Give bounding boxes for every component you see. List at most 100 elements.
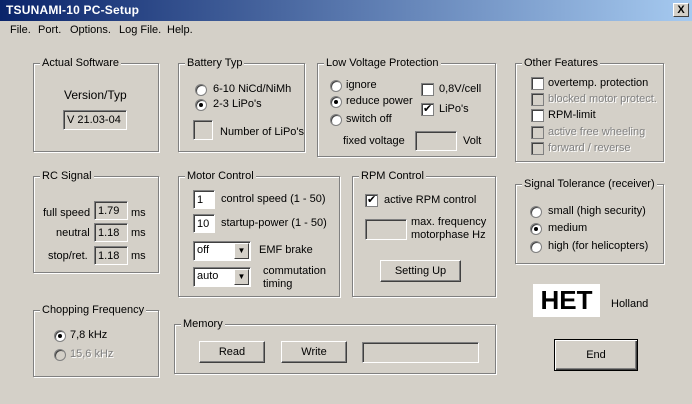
motor-control-group: Motor Control 1 control speed (1 - 50) 1… <box>178 170 340 297</box>
het-logo: HET <box>533 284 600 317</box>
forward-reverse-checkbox[interactable] <box>531 142 544 155</box>
setting-up-button[interactable]: Setting Up <box>380 260 461 282</box>
full-speed-field: 1.79 <box>94 201 128 220</box>
rc-signal-title: RC Signal <box>40 170 94 182</box>
free-wheeling-label: active free wheeling <box>548 126 646 138</box>
emf-brake-value: off <box>197 244 210 256</box>
battery-type-group: Battery Typ 6-10 NiCd/NiMh 2-3 LiPo's Nu… <box>178 57 305 152</box>
holland-label: Holland <box>611 298 649 310</box>
rpm-control-group: RPM Control active RPM control max. freq… <box>352 170 496 297</box>
write-button[interactable]: Write <box>281 341 347 363</box>
chopping-7-8-radio[interactable] <box>54 330 66 342</box>
rpm-control-title: RPM Control <box>359 170 426 182</box>
memory-group: Memory Read Write <box>174 318 496 374</box>
chopping-7-8-label: 7,8 kHz <box>70 329 108 341</box>
stop-field: 1.18 <box>94 246 128 265</box>
fixed-voltage-label: fixed voltage <box>343 135 405 147</box>
commutation-select[interactable]: auto ▼ <box>193 267 251 287</box>
actual-software-group: Actual Software Version/Typ V 21.03-04 <box>33 57 159 152</box>
lv-reduce-label: reduce power <box>346 95 413 107</box>
free-wheeling-checkbox[interactable] <box>531 126 544 139</box>
version-field: V 21.03-04 <box>63 110 127 130</box>
lipo-count-field[interactable] <box>193 120 213 140</box>
tolerance-small-radio[interactable] <box>530 206 542 218</box>
chopping-frequency-title: Chopping Frequency <box>40 304 147 316</box>
tolerance-small-label: small (high security) <box>548 205 646 217</box>
startup-power-label: startup-power (1 - 50) <box>221 217 327 229</box>
menu-log-file[interactable]: Log File <box>119 24 161 36</box>
chopping-15-6-label: 15,6 kHz <box>70 348 114 360</box>
low-voltage-group: Low Voltage Protection ignore reduce pow… <box>317 57 496 157</box>
active-rpm-label: active RPM control <box>384 194 477 206</box>
menu-help[interactable]: Help <box>167 24 193 36</box>
signal-tolerance-group: Signal Tolerance (receiver) small (high … <box>515 178 664 264</box>
menu-options[interactable]: Options <box>70 24 111 36</box>
neutral-unit: ms <box>131 227 146 239</box>
window-title: TSUNAMI-10 PC-Setup <box>6 3 140 17</box>
battery-lipo-radio[interactable] <box>195 99 207 111</box>
battery-nicd-radio[interactable] <box>195 84 207 96</box>
stop-unit: ms <box>131 250 146 262</box>
lv-lipos-checkbox[interactable] <box>421 102 434 116</box>
startup-power-input[interactable]: 10 <box>193 214 215 233</box>
other-features-group: Other Features overtemp. protection bloc… <box>515 57 664 162</box>
neutral-label: neutral <box>56 227 90 239</box>
lv-lipos-label: LiPo's <box>439 103 469 115</box>
other-features-title: Other Features <box>522 57 600 69</box>
lv-reduce-radio[interactable] <box>330 96 342 108</box>
menu-file[interactable]: File <box>10 24 31 36</box>
menu-port[interactable]: Port <box>38 24 61 36</box>
version-label: Version/Typ <box>64 88 127 102</box>
menu-bar: File Port Options Log File Help <box>0 21 692 40</box>
lv-switch-off-radio[interactable] <box>330 114 342 126</box>
blocked-motor-checkbox[interactable] <box>531 93 544 106</box>
chevron-down-icon[interactable]: ▼ <box>234 243 249 259</box>
motor-control-title: Motor Control <box>185 170 256 182</box>
max-frequency-label: max. frequency <box>411 216 487 228</box>
lipo-count-label: Number of LiPo's <box>220 126 305 138</box>
blocked-motor-label: blocked motor protect. <box>548 93 657 105</box>
timing-label: timing <box>263 278 293 290</box>
max-frequency-field[interactable] <box>365 219 407 240</box>
memory-title: Memory <box>181 318 225 330</box>
overtemp-checkbox[interactable] <box>531 77 544 90</box>
close-button[interactable]: X <box>673 3 689 17</box>
read-button[interactable]: Read <box>199 341 265 363</box>
memory-status-field <box>362 342 479 363</box>
full-speed-unit: ms <box>131 207 146 219</box>
rc-signal-group: RC Signal full speed 1.79 ms neutral 1.1… <box>33 170 159 273</box>
control-speed-label: control speed (1 - 50) <box>221 193 326 205</box>
overtemp-label: overtemp. protection <box>548 77 649 89</box>
end-button[interactable]: End <box>554 339 638 371</box>
tolerance-high-radio[interactable] <box>530 241 542 253</box>
battery-lipo-label: 2-3 LiPo's <box>213 98 262 110</box>
full-speed-label: full speed <box>43 207 91 219</box>
title-bar: TSUNAMI-10 PC-Setup X <box>0 0 692 21</box>
tolerance-high-label: high (for helicopters) <box>548 240 649 252</box>
emf-brake-select[interactable]: off ▼ <box>193 241 251 261</box>
control-speed-input[interactable]: 1 <box>193 190 215 209</box>
lv-switch-off-label: switch off <box>346 113 392 125</box>
chopping-15-6-radio[interactable] <box>54 349 66 361</box>
battery-type-title: Battery Typ <box>185 57 245 69</box>
stop-label: stop/ret. <box>48 250 88 262</box>
lv-ignore-radio[interactable] <box>330 80 342 92</box>
lv-cell-checkbox[interactable] <box>421 83 434 96</box>
active-rpm-checkbox[interactable] <box>365 193 378 207</box>
emf-brake-label: EMF brake <box>259 244 313 256</box>
chevron-down-icon[interactable]: ▼ <box>234 269 249 285</box>
commutation-label: commutation <box>263 265 326 277</box>
fixed-voltage-field[interactable] <box>415 131 457 151</box>
signal-tolerance-title: Signal Tolerance (receiver) <box>522 178 657 190</box>
actual-software-title: Actual Software <box>40 57 122 69</box>
tolerance-medium-radio[interactable] <box>530 223 542 235</box>
battery-nicd-label: 6-10 NiCd/NiMh <box>213 83 292 95</box>
chopping-frequency-group: Chopping Frequency 7,8 kHz 15,6 kHz <box>33 304 159 377</box>
lv-cell-label: 0,8V/cell <box>439 83 482 95</box>
commutation-value: auto <box>197 270 219 282</box>
low-voltage-title: Low Voltage Protection <box>324 57 441 69</box>
neutral-field: 1.18 <box>94 223 128 242</box>
rpm-limit-checkbox[interactable] <box>531 109 544 122</box>
rpm-limit-label: RPM-limit <box>548 109 596 121</box>
forward-reverse-label: forward / reverse <box>548 142 631 154</box>
